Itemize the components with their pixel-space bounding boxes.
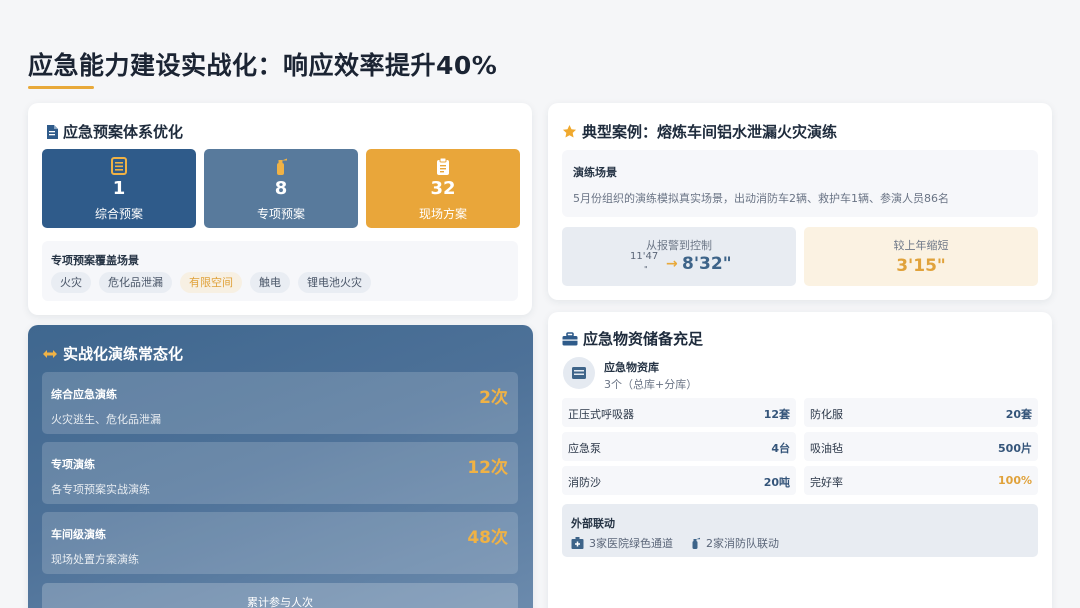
supply-qty: 20套 bbox=[1005, 408, 1032, 421]
external-linkage-panel: 外部联动 3家医院绿色通道 2家消防队联动 bbox=[562, 504, 1038, 557]
drill-name: 专项演练 bbox=[51, 458, 95, 471]
drill-desc: 现场处置方案演练 bbox=[51, 553, 139, 566]
clipboard-icon bbox=[366, 157, 520, 175]
arrow-right-icon: → bbox=[666, 256, 678, 272]
document-icon bbox=[42, 157, 196, 175]
supply-card: 应急物资储备充足 应急物资库 3个（总库+分库） 正压式呼吸器 12套 防化服 … bbox=[548, 312, 1052, 608]
supply-item: 消防沙 20吨 bbox=[562, 466, 796, 495]
drill-card-title: 实战化演练常态化 bbox=[63, 345, 184, 363]
scene-panel: 演练场景 5月份组织的演练模拟真实场景，出动消防车2辆、救护车1辆、参演人员86… bbox=[562, 150, 1038, 217]
scenario-tag: 触电 bbox=[250, 272, 290, 293]
supply-qty: 500片 bbox=[998, 442, 1032, 455]
stat-value: 32 bbox=[430, 178, 456, 199]
supply-card-title: 应急物资储备充足 bbox=[583, 330, 704, 348]
drill-card: 实战化演练常态化 综合应急演练 火灾逃生、危化品泄漏 2次 专项演练 各专项预案… bbox=[28, 325, 533, 608]
fire-extinguisher-icon bbox=[690, 537, 701, 549]
scene-title: 演练场景 bbox=[573, 166, 617, 179]
document-icon bbox=[46, 124, 58, 139]
old-response-mark: " bbox=[644, 265, 648, 274]
reduction-box: 较上年缩短 3'15" bbox=[804, 227, 1038, 286]
supply-qty: 12套 bbox=[763, 408, 790, 421]
reduction-label: 较上年缩短 bbox=[893, 239, 949, 252]
external-label: 2家消防队联动 bbox=[706, 537, 779, 550]
drill-name: 综合应急演练 bbox=[51, 388, 117, 401]
supply-qty: 20吨 bbox=[763, 476, 790, 489]
stat-label: 专项预案 bbox=[256, 207, 305, 221]
stat-comprehensive-plan: 1 综合预案 bbox=[42, 149, 196, 228]
supply-item: 完好率 100% bbox=[804, 466, 1038, 495]
response-label: 从报警到控制 bbox=[646, 239, 712, 252]
drill-count: 2次 bbox=[479, 388, 508, 408]
external-title: 外部联动 bbox=[571, 517, 615, 530]
stat-special-plan: 8 专项预案 bbox=[204, 149, 358, 228]
drill-row: 专项演练 各专项预案实战演练 12次 bbox=[42, 442, 518, 504]
scenario-tag-highlight: 有限空间 bbox=[180, 272, 242, 293]
reduction-value: 3'15" bbox=[896, 256, 946, 276]
drill-count: 48次 bbox=[467, 528, 508, 548]
arrows-horizontal-icon bbox=[42, 348, 58, 360]
external-label: 3家医院绿色通道 bbox=[589, 537, 673, 550]
toolbox-icon bbox=[562, 331, 578, 346]
supply-item: 防化服 20套 bbox=[804, 398, 1038, 427]
fire-extinguisher-icon bbox=[204, 157, 358, 175]
new-response-time: 8'32" bbox=[682, 254, 732, 274]
supply-card-header: 应急物资储备充足 bbox=[562, 328, 703, 349]
case-card-title: 典型案例：熔炼车间铝水泄漏火灾演练 bbox=[582, 123, 838, 141]
stat-value: 1 bbox=[112, 178, 126, 199]
warehouse-count: 3个（总库+分库） bbox=[604, 378, 698, 391]
warehouse-icon bbox=[563, 357, 595, 389]
supply-name: 吸油毡 bbox=[810, 442, 843, 455]
drill-desc: 火灾逃生、危化品泄漏 bbox=[51, 413, 161, 426]
warehouse-name: 应急物资库 bbox=[604, 361, 659, 374]
scenario-tag: 危化品泄漏 bbox=[99, 272, 172, 293]
case-card-header: 典型案例：熔炼车间铝水泄漏火灾演练 bbox=[562, 121, 837, 142]
drill-row: 车间级演练 现场处置方案演练 48次 bbox=[42, 512, 518, 574]
supply-item: 吸油毡 500片 bbox=[804, 432, 1038, 461]
supply-item: 应急泵 4台 bbox=[562, 432, 796, 461]
plan-card-header: 应急预案体系优化 bbox=[46, 121, 183, 142]
scene-desc: 5月份组织的演练模拟真实场景，出动消防车2辆、救护车1辆、参演人员86名 bbox=[573, 192, 949, 205]
response-time-box: 从报警到控制 11'47 " → 8'32" bbox=[562, 227, 796, 286]
stat-value: 8 bbox=[274, 178, 288, 199]
scope-panel: 专项预案覆盖场景 火灾 危化品泄漏 有限空间 触电 锂电池火灾 bbox=[42, 241, 518, 301]
scenario-tags: 火灾 危化品泄漏 有限空间 触电 锂电池火灾 bbox=[51, 272, 371, 293]
external-item: 3家医院绿色通道 bbox=[571, 535, 673, 551]
drill-row: 综合应急演练 火灾逃生、危化品泄漏 2次 bbox=[42, 372, 518, 434]
total-participants-label: 累计参与人次 bbox=[42, 583, 518, 608]
stat-label: 综合预案 bbox=[94, 207, 143, 221]
title-underline bbox=[28, 86, 94, 89]
supply-item: 正压式呼吸器 12套 bbox=[562, 398, 796, 427]
supply-name: 应急泵 bbox=[568, 442, 601, 455]
hospital-icon bbox=[571, 537, 584, 549]
scenario-tag: 火灾 bbox=[51, 272, 91, 293]
old-response-time: 11'47 bbox=[630, 251, 659, 262]
scope-title: 专项预案覆盖场景 bbox=[51, 254, 139, 267]
supply-name: 正压式呼吸器 bbox=[568, 408, 634, 421]
supply-name: 防化服 bbox=[810, 408, 843, 421]
page-title: 应急能力建设实战化：响应效率提升40% bbox=[28, 51, 498, 80]
drill-count: 12次 bbox=[467, 458, 508, 478]
supply-name: 消防沙 bbox=[568, 476, 601, 489]
drill-name: 车间级演练 bbox=[51, 528, 106, 541]
scenario-tag: 锂电池火灾 bbox=[298, 272, 371, 293]
plan-card-title: 应急预案体系优化 bbox=[63, 123, 184, 141]
external-item: 2家消防队联动 bbox=[690, 535, 779, 551]
supply-qty: 4台 bbox=[771, 442, 790, 455]
stat-label: 现场方案 bbox=[418, 207, 467, 221]
emergency-plan-card: 应急预案体系优化 1 综合预案 8 专项预案 32 现场方案 专项预案覆盖场景 … bbox=[28, 103, 532, 315]
stat-onsite-plan: 32 现场方案 bbox=[366, 149, 520, 228]
star-icon bbox=[562, 124, 577, 139]
drill-card-header: 实战化演练常态化 bbox=[42, 343, 183, 364]
supply-name: 完好率 bbox=[810, 476, 843, 489]
supply-qty: 100% bbox=[998, 474, 1032, 487]
drill-desc: 各专项预案实战演练 bbox=[51, 483, 150, 496]
case-card: 典型案例：熔炼车间铝水泄漏火灾演练 演练场景 5月份组织的演练模拟真实场景，出动… bbox=[548, 103, 1052, 300]
